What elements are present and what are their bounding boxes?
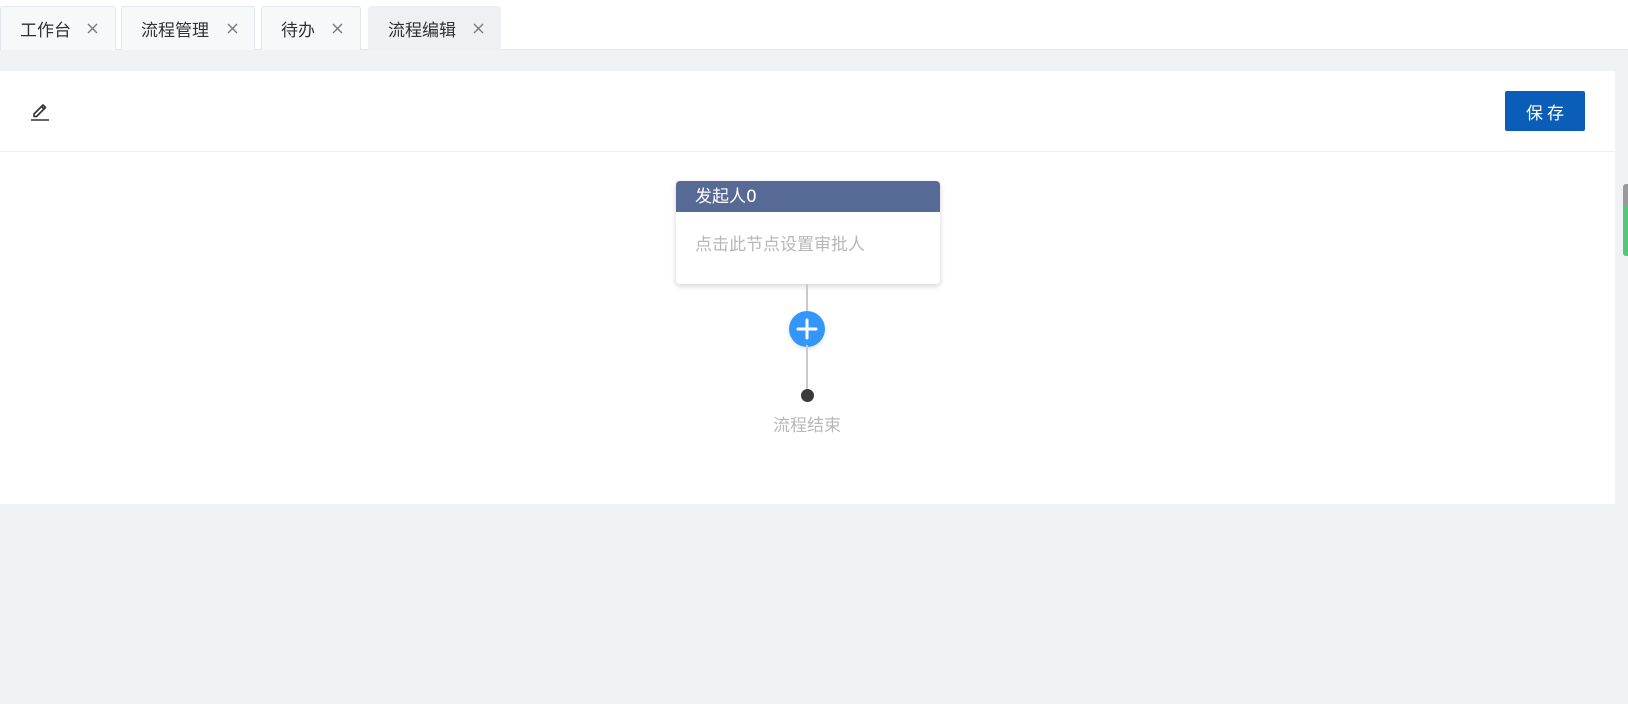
add-node-button[interactable] xyxy=(789,311,825,347)
scrollbar-thumb[interactable] xyxy=(1623,184,1628,256)
node-placeholder: 点击此节点设置审批人 xyxy=(695,235,865,255)
tab-workbench[interactable]: 工作台 xyxy=(0,6,116,50)
tab-label: 流程管理 xyxy=(141,21,209,41)
tab-process-edit[interactable]: 流程编辑 xyxy=(368,6,501,50)
node-title: 发起人0 xyxy=(676,181,940,212)
save-button[interactable]: 保存 xyxy=(1505,91,1585,131)
tab-label: 工作台 xyxy=(20,21,71,41)
plus-icon xyxy=(796,318,818,340)
close-icon[interactable] xyxy=(86,22,99,35)
tab-label: 流程编辑 xyxy=(388,21,456,41)
close-icon[interactable] xyxy=(472,22,485,35)
connector-line xyxy=(806,284,808,313)
close-icon[interactable] xyxy=(331,22,344,35)
initiator-node[interactable]: 发起人0 点击此节点设置审批人 xyxy=(676,181,940,284)
tab-label: 待办 xyxy=(281,21,315,41)
close-icon[interactable] xyxy=(226,22,239,35)
connector-line xyxy=(806,345,808,393)
end-node-label: 流程结束 xyxy=(773,416,841,436)
tab-process-management[interactable]: 流程管理 xyxy=(121,6,255,50)
end-node-dot xyxy=(801,389,814,402)
editor-toolbar: 保存 xyxy=(0,71,1615,152)
tab-todo[interactable]: 待办 xyxy=(261,6,361,50)
tab-bar: 工作台 流程管理 待办 流程编辑 xyxy=(0,0,1628,50)
pencil-icon[interactable] xyxy=(29,99,51,121)
